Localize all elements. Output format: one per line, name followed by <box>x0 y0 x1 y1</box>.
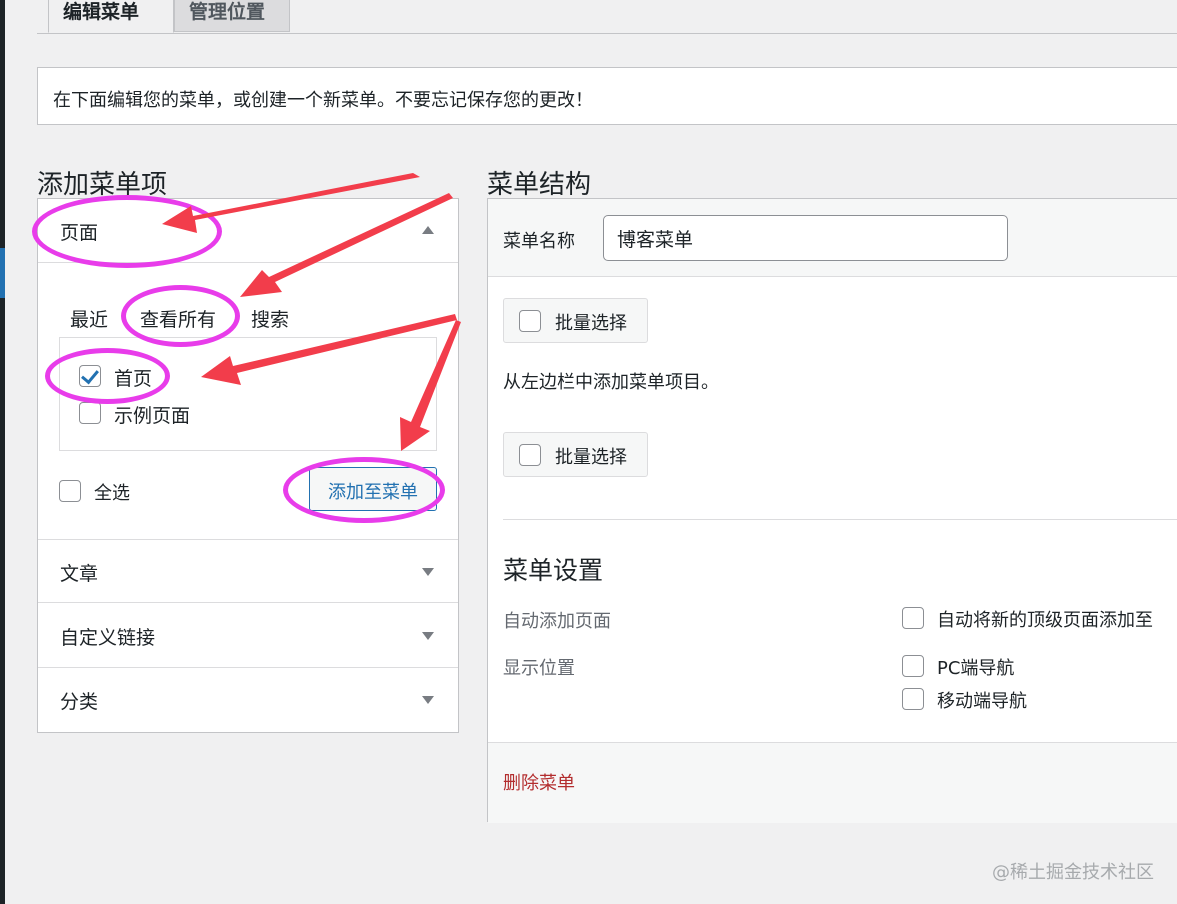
select-all-checkbox[interactable] <box>59 480 81 502</box>
tab-edit-menus[interactable]: 编辑菜单 <box>48 0 174 33</box>
section-custom-links-label: 自定义链接 <box>60 627 156 649</box>
bulk-select-checkbox[interactable] <box>519 310 541 332</box>
section-posts-header[interactable]: 文章 <box>38 539 458 603</box>
location-pc-checkbox[interactable] <box>902 655 924 677</box>
notice-box: 在下面编辑您的菜单，或创建一个新菜单。不要忘记保存您的更改！ <box>37 67 1177 125</box>
section-custom-links-header[interactable]: 自定义链接 <box>38 604 458 668</box>
auto-add-label: 自动添加页面 <box>503 611 611 632</box>
active-menu-indicator <box>0 248 5 298</box>
delete-menu-link[interactable]: 删除菜单 <box>503 769 575 795</box>
menu-structure-panel: 菜单名称 博客菜单 批量选择 从左边栏中添加菜单项目。 批量选择 菜单设置 自动… <box>487 198 1177 823</box>
annotation-circle-view-all <box>121 285 240 347</box>
display-location-label: 显示位置 <box>503 658 575 679</box>
select-all-label: 全选 <box>94 483 130 504</box>
menu-structure-title: 菜单结构 <box>487 170 592 200</box>
location-pc-label: PC端导航 <box>937 658 1015 679</box>
location-mobile-checkbox[interactable] <box>902 688 924 710</box>
admin-sidebar-edge <box>0 0 5 904</box>
annotation-circle-home <box>45 348 170 404</box>
caret-up-icon <box>422 226 434 234</box>
menu-name-label: 菜单名称 <box>503 231 575 252</box>
bulk-select-button-bottom[interactable]: 批量选择 <box>503 432 648 477</box>
nav-tabs: 编辑菜单 管理位置 <box>37 0 1177 34</box>
auto-add-checkbox[interactable] <box>902 607 924 629</box>
menu-name-input[interactable]: 博客菜单 <box>603 215 1008 261</box>
annotation-circle-pages <box>32 195 222 268</box>
bulk-select-button-top[interactable]: 批量选择 <box>503 298 648 343</box>
bulk-select-label: 批量选择 <box>555 447 627 468</box>
location-mobile-label: 移动端导航 <box>937 691 1027 712</box>
menu-footer: 删除菜单 <box>488 742 1177 823</box>
caret-down-icon <box>422 696 434 704</box>
section-categories-label: 分类 <box>60 691 99 713</box>
section-posts-label: 文章 <box>60 563 99 585</box>
annotation-circle-add-button <box>283 457 445 523</box>
watermark: @稀土掘金技术社区 <box>992 862 1154 883</box>
tab-manage-locations[interactable]: 管理位置 <box>174 0 290 32</box>
bulk-select-checkbox[interactable] <box>519 444 541 466</box>
page-sample-label: 示例页面 <box>114 405 191 427</box>
caret-down-icon <box>422 632 434 640</box>
page-sample-checkbox[interactable] <box>79 402 101 424</box>
divider <box>503 519 1177 520</box>
caret-down-icon <box>422 568 434 576</box>
notice-text: 在下面编辑您的菜单，或创建一个新菜单。不要忘记保存您的更改！ <box>53 90 593 111</box>
empty-menu-hint: 从左边栏中添加菜单项目。 <box>503 372 719 393</box>
subtab-search[interactable]: 搜索 <box>251 305 289 332</box>
auto-add-option-label: 自动将新的顶级页面添加至 <box>937 610 1153 631</box>
menu-name-bar: 菜单名称 博客菜单 <box>488 199 1177 277</box>
subtab-recent[interactable]: 最近 <box>70 305 108 332</box>
section-categories-header[interactable]: 分类 <box>38 668 458 732</box>
bulk-select-label: 批量选择 <box>555 313 627 334</box>
menu-settings-title: 菜单设置 <box>503 556 604 585</box>
